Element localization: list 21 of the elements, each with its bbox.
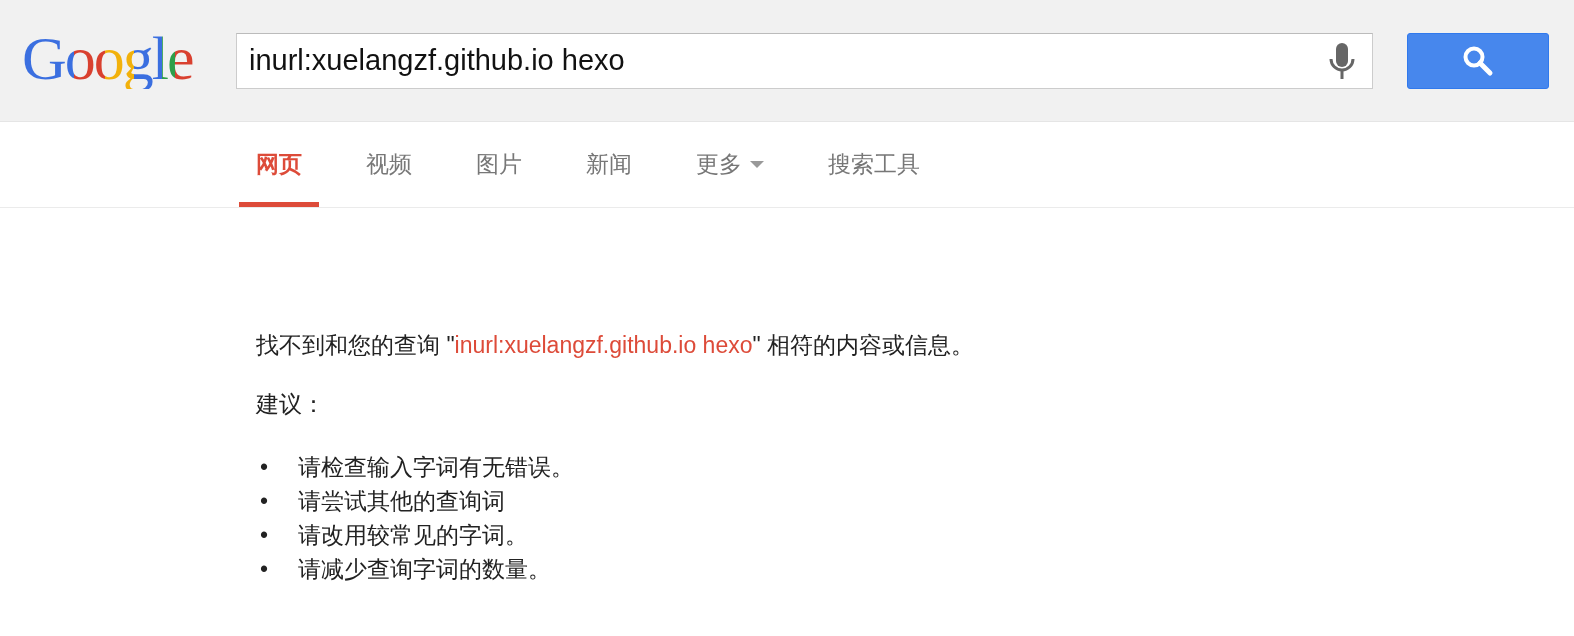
no-results-message: 找不到和您的查询 "inurl:xuelangzf.github.io hexo" 相符的内容或信息。 <box>256 331 976 360</box>
search-icon <box>1462 44 1494 77</box>
bullet: • <box>260 555 270 584</box>
bullet: • <box>260 521 270 550</box>
search-field[interactable]: inurl:xuelangzf.github.io hexo <box>236 32 1373 89</box>
tab[interactable]: 视频 <box>349 122 429 207</box>
suggestion-item: 请尝试其他的查询词 <box>298 487 505 516</box>
caret-icon <box>750 160 764 169</box>
tab[interactable]: 图片 <box>459 122 539 207</box>
suggestion-item: 请改用较常见的字词。 <box>298 521 528 550</box>
tab[interactable]: 新闻 <box>569 122 649 207</box>
search-button[interactable] <box>1407 32 1549 89</box>
suggestions-heading: 建议： <box>256 390 326 419</box>
bullet: • <box>260 487 270 516</box>
tab[interactable]: 搜索工具 <box>811 122 937 207</box>
bullet: • <box>260 453 270 482</box>
tab[interactable]: 网页 <box>239 122 319 207</box>
suggestion-item: 请减少查询字词的数量。 <box>298 555 551 584</box>
tab[interactable]: 更多 <box>679 122 781 207</box>
microphone-icon[interactable] <box>1327 40 1357 81</box>
suggestion-item: 请检查输入字词有无错误。 <box>298 453 574 482</box>
